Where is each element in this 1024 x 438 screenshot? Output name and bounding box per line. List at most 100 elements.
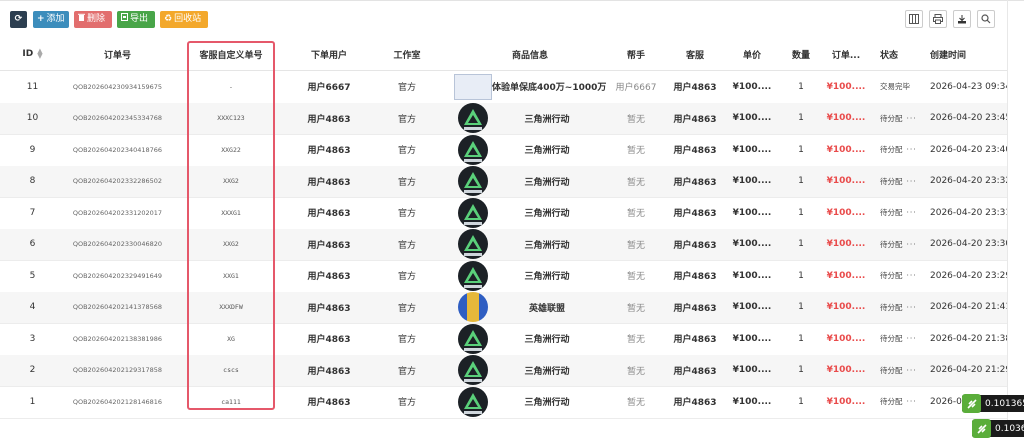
print-icon: [933, 14, 943, 24]
col-header-custom-no: 客服自定义单号: [199, 50, 263, 61]
lol-logo-icon: [458, 292, 488, 323]
status-text: 待分配: [880, 365, 903, 375]
col-header-id[interactable]: ID ▲ ▼: [10, 38, 55, 70]
more-icon[interactable]: ···: [907, 208, 917, 217]
cell-total: ¥100....: [826, 365, 866, 376]
table-row[interactable]: 6 QOB202604202330046820 XXG2 用户4863 官方 三角洲行动 暂…: [0, 228, 1007, 261]
download-button[interactable]: [953, 10, 971, 28]
delete-button[interactable]: 删除: [74, 11, 112, 28]
export-button-label: 导出: [130, 14, 149, 24]
cell-product: 三角洲行动: [450, 386, 610, 418]
print-button[interactable]: [929, 10, 947, 28]
cell-price: ¥100....: [732, 113, 772, 124]
cell-user: 用户4863: [307, 398, 351, 409]
product-name: 英雄联盟: [528, 303, 565, 314]
cell-studio: 官方: [397, 114, 416, 125]
col-header-studio: 工作室: [393, 50, 421, 61]
file-export-icon: [121, 11, 128, 28]
refresh-icon: ⟳: [14, 14, 23, 24]
cell-helper: 暂无: [626, 303, 645, 314]
table-row[interactable]: 1 QOB202604202128146816 ca111 用户4863 官方 三角洲行动…: [0, 386, 1007, 419]
cell-helper: 暂无: [626, 209, 645, 220]
cell-status: 待分配 ···: [880, 292, 930, 324]
cell-order-no: QOB202604202141378568: [72, 303, 163, 312]
cell-custom-no: cscs: [223, 366, 239, 375]
cell-id: 6: [29, 239, 36, 250]
cell-id: 3: [29, 333, 36, 344]
cell-cs: 用户4863: [673, 146, 717, 157]
cell-custom-no: XXG1: [223, 271, 239, 280]
export-icon: [958, 15, 966, 24]
columns-toggle-button[interactable]: [905, 10, 923, 28]
cell-studio: 官方: [397, 146, 416, 157]
export-button[interactable]: 导出: [117, 11, 155, 28]
cell-custom-no: XG: [227, 334, 235, 343]
cell-created: 2026-04-20 23:45:: [930, 113, 1007, 124]
cell-user: 用户4863: [307, 209, 351, 220]
refresh-button[interactable]: ⟳: [10, 11, 27, 28]
cell-user: 用户4863: [307, 114, 351, 125]
cell-total: ¥100....: [826, 333, 866, 344]
cell-price: ¥100....: [732, 81, 772, 92]
cell-created: 2026-04-23 09:34:: [930, 81, 1007, 92]
table-row[interactable]: 3 QOB202604202138381986 XG 用户4863 官方 三角洲行动 暂无 用…: [0, 323, 1007, 356]
product-name: 三角洲行动: [524, 240, 570, 251]
recycle-bin-button[interactable]: ♻ 回收站: [160, 11, 208, 28]
more-icon[interactable]: ···: [907, 334, 917, 343]
product-name: 三角洲行动: [524, 209, 570, 220]
cell-status: 待分配 ···: [880, 166, 930, 198]
cell-helper: 暂无: [626, 272, 645, 283]
table-row[interactable]: 11 QOB202604230934159675 - 用户6667 官方 体验单保底400…: [0, 71, 1007, 104]
table-row[interactable]: 7 QOB202604202331202017 XXXG1 用户4863 官方 三角洲行动…: [0, 197, 1007, 230]
cell-helper: 暂无: [626, 146, 645, 157]
table-row[interactable]: 2 QOB202604202129317858 cscs 用户4863 官方 三角洲行动 暂…: [0, 354, 1007, 387]
more-icon[interactable]: ···: [907, 303, 917, 312]
cell-product: 三角洲行动: [450, 323, 610, 355]
cell-cs: 用户4863: [673, 335, 717, 346]
cell-order-no: QOB202604202128146816: [72, 397, 163, 406]
cell-qty: 1: [798, 365, 804, 376]
table-row[interactable]: 10 QOB202604202345334768 XXXC123 用户4863 官方 三角…: [0, 102, 1007, 135]
delta-force-logo-icon: [458, 166, 488, 197]
cell-total: ¥100....: [826, 207, 866, 218]
more-icon[interactable]: ···: [907, 240, 917, 249]
cell-status: 待分配 ···: [880, 355, 930, 387]
cell-created: 2026-04-20 23:30:: [930, 239, 1007, 250]
cell-created: 2026-04-20 23:29:: [930, 270, 1007, 281]
table-row[interactable]: 5 QOB202604202329491649 XXG1 用户4863 官方 三角洲行动 暂…: [0, 260, 1007, 293]
cell-total: ¥100....: [826, 270, 866, 281]
add-button[interactable]: + 添加: [33, 11, 69, 28]
cell-qty: 1: [798, 144, 804, 155]
product-name: 三角洲行动: [524, 114, 570, 125]
cell-total: ¥100....: [826, 113, 866, 124]
product-name: 三角洲行动: [524, 272, 570, 283]
table-row[interactable]: 8 QOB202604202332286502 XXG2 用户4863 官方 三角洲行动 暂…: [0, 165, 1007, 198]
cell-cs: 用户4863: [673, 366, 717, 377]
cell-cs: 用户4863: [673, 177, 717, 188]
table-row[interactable]: 4 QOB202604202141378568 XXXDFW 用户4863 官方 英雄联盟…: [0, 291, 1007, 324]
more-icon[interactable]: ···: [907, 366, 917, 375]
search-button[interactable]: [977, 10, 995, 28]
table-row[interactable]: 9 QOB202604202340418766 XXG22 用户4863 官方 三角洲行动…: [0, 134, 1007, 167]
more-icon[interactable]: ···: [907, 271, 917, 280]
cell-id: 7: [29, 207, 36, 218]
cell-helper: 暂无: [626, 366, 645, 377]
cell-studio: 官方: [397, 272, 416, 283]
cell-custom-no: ca111: [221, 397, 241, 406]
cell-status: 待分配 ···: [880, 323, 930, 355]
search-icon: [981, 14, 991, 24]
cell-qty: 1: [798, 239, 804, 250]
top-divider: [0, 0, 1024, 1]
more-icon[interactable]: ···: [907, 145, 917, 154]
cell-status: 待分配 ···: [880, 134, 930, 166]
cell-price: ¥100....: [732, 270, 772, 281]
cell-product: 三角洲行动: [450, 197, 610, 229]
status-text: 待分配: [880, 113, 903, 123]
more-icon[interactable]: ···: [907, 397, 917, 406]
product-name: 三角洲行动: [524, 335, 570, 346]
cell-studio: 官方: [397, 303, 416, 314]
more-icon[interactable]: ···: [907, 114, 917, 123]
more-icon[interactable]: ···: [907, 177, 917, 186]
cell-order-no: QOB202604202329491649: [72, 271, 163, 280]
cell-cs: 用户4863: [673, 272, 717, 283]
